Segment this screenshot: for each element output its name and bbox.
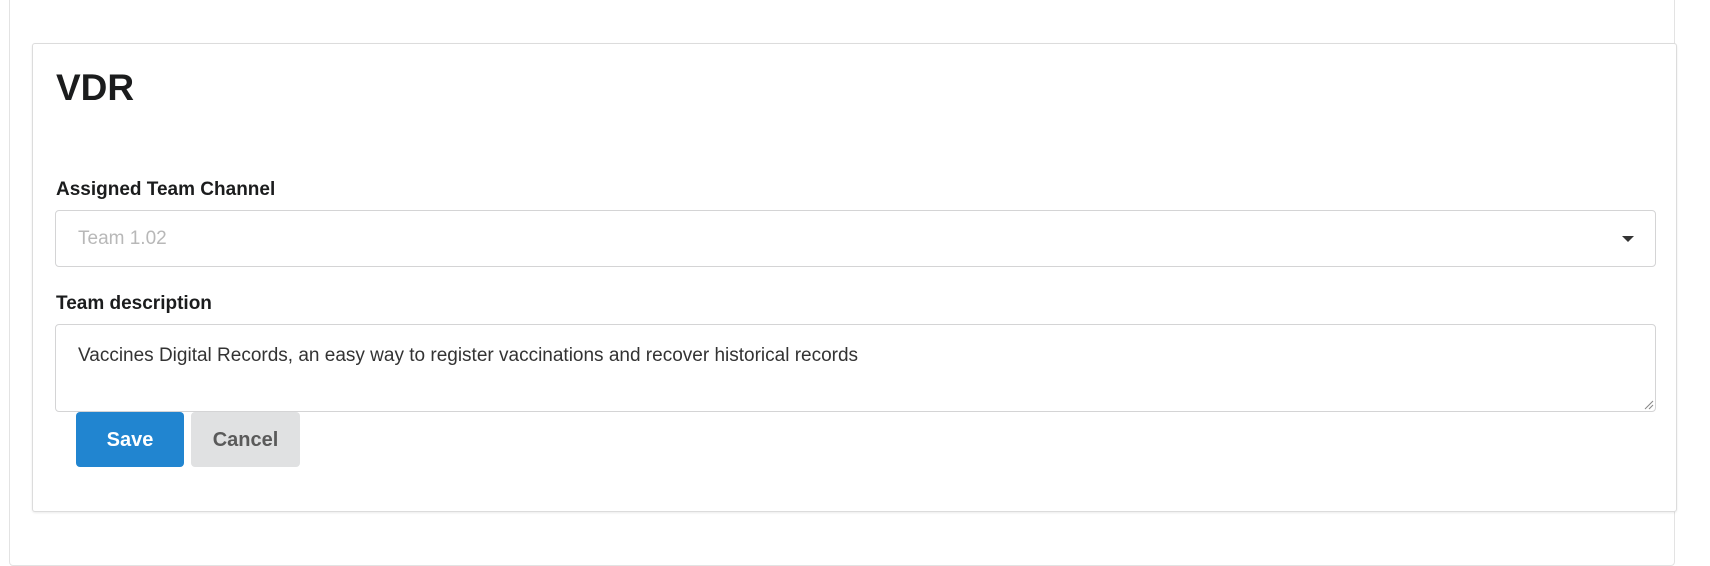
- cancel-button[interactable]: Cancel: [191, 412, 300, 467]
- description-label: Team description: [56, 293, 212, 314]
- description-textarea[interactable]: Vaccines Digital Records, an easy way to…: [55, 324, 1656, 412]
- team-card: VDR Assigned Team Channel Team 1.02 Team…: [32, 43, 1677, 512]
- save-button[interactable]: Save: [76, 412, 184, 467]
- resize-handle-icon[interactable]: [1642, 398, 1654, 410]
- caret-down-icon: [1622, 236, 1634, 242]
- card-title: VDR: [56, 67, 135, 108]
- channel-select[interactable]: Team 1.02: [55, 210, 1656, 267]
- description-text: Vaccines Digital Records, an easy way to…: [78, 345, 859, 366]
- channel-label: Assigned Team Channel: [56, 179, 276, 200]
- channel-select-value: Team 1.02: [78, 228, 167, 249]
